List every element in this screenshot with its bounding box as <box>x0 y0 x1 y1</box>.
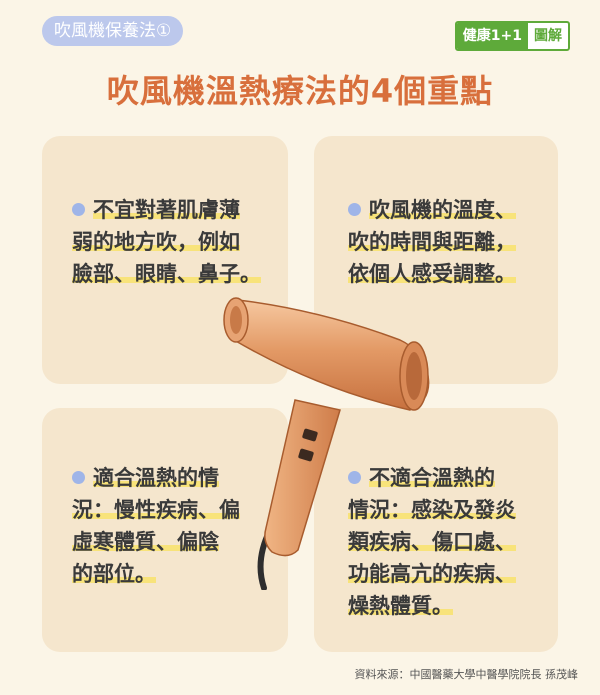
card-line: 吹風機的溫度、 <box>369 198 516 222</box>
brand-logo: 健康1+1 圖解 <box>454 21 570 51</box>
bullet-dot-icon <box>72 471 85 484</box>
hair-dryer-illustration <box>223 297 430 590</box>
card-line: 燥熱體質。 <box>348 594 453 618</box>
card-line: 不宜對著肌膚薄 <box>93 198 240 222</box>
bullet-dot-icon <box>72 203 85 216</box>
source-credit: 資料來源：中國醫藥大學中醫學院院長 孫茂峰 <box>354 668 579 681</box>
page-title: 吹風機溫熱療法的4個重點 <box>106 72 494 110</box>
brand-logo-part2: 圖解 <box>534 28 562 44</box>
card-line: 的部位。 <box>72 562 156 586</box>
card-line: 虛寒體質、偏陰 <box>72 530 219 554</box>
card-text-top-right: 吹風機的溫度、 吹的時間與距離， 依個人感受調整。 <box>348 194 516 290</box>
card-text-top-left: 不宜對著肌膚薄 弱的地方吹，例如 臉部、眼睛、鼻子。 <box>72 194 261 290</box>
card-line: 弱的地方吹，例如 <box>72 230 240 254</box>
card-line: 吹的時間與距離， <box>348 230 516 254</box>
brand-logo-part1: 健康1+1 <box>456 23 528 49</box>
bullet-dot-icon <box>348 203 361 216</box>
section-tag: 吹風機保養法① <box>42 16 184 46</box>
